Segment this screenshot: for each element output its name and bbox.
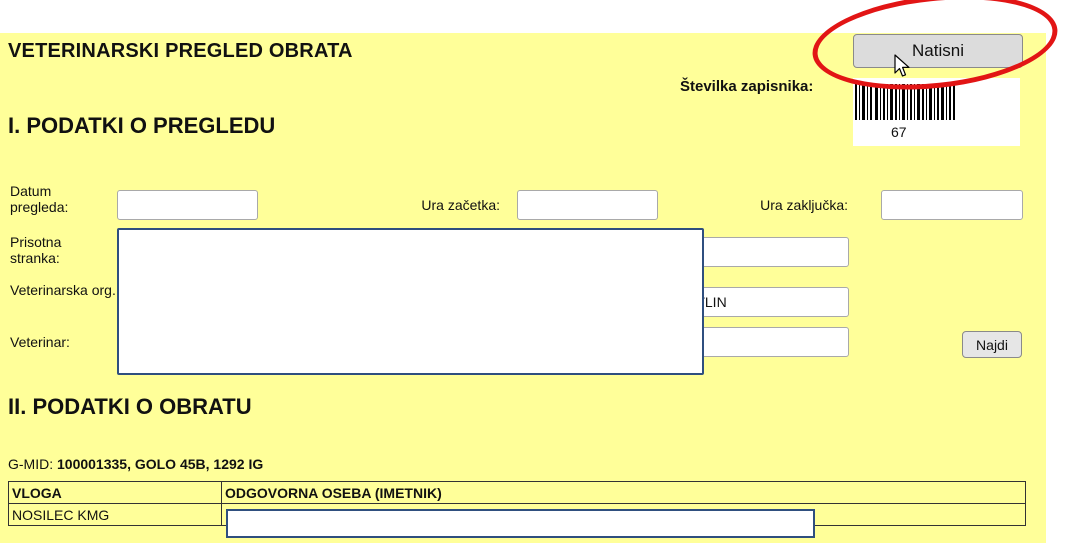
- vet-input[interactable]: [680, 327, 849, 357]
- dropdown-popup[interactable]: [117, 228, 704, 375]
- gmid-label: G-MID:: [8, 456, 54, 472]
- gmid-line: G-MID: 100001335, GOLO 45B, 1292 IG: [8, 456, 263, 472]
- print-button[interactable]: Natisni: [853, 34, 1023, 68]
- record-number-label: Številka zapisnika:: [680, 78, 814, 95]
- end-time-input[interactable]: [881, 190, 1023, 220]
- vet-label: Veterinar:: [10, 334, 70, 350]
- page-title: VETERINARSKI PREGLED OBRATA: [8, 40, 353, 62]
- column-header-role: VLOGA: [8, 481, 222, 504]
- gmid-value: 100001335, GOLO 45B, 1292 IG: [57, 456, 264, 472]
- date-input[interactable]: [117, 190, 258, 220]
- barcode-number: 67: [891, 124, 907, 140]
- column-header-person: ODGOVORNA OSEBA (IMETNIK): [221, 481, 1026, 504]
- mouse-cursor-icon: [894, 54, 910, 77]
- party-label: Prisotna stranka:: [10, 234, 62, 266]
- start-time-label: Ura začetka:: [421, 197, 500, 213]
- section-title-inspection: I. PODATKI O PREGLEDU: [8, 113, 276, 138]
- date-label: Datum pregleda:: [10, 183, 69, 215]
- find-button[interactable]: Najdi: [962, 331, 1022, 358]
- person-input[interactable]: [226, 509, 815, 538]
- vet-org-input[interactable]: [680, 287, 849, 317]
- role-cell: NOSILEC KMG: [8, 503, 222, 526]
- barcode: 67: [853, 78, 1020, 146]
- party-input[interactable]: [680, 237, 849, 267]
- end-time-label: Ura zaključka:: [760, 197, 848, 213]
- start-time-input[interactable]: [517, 190, 658, 220]
- vet-org-label: Veterinarska org.:: [10, 282, 120, 298]
- table-header-row: VLOGA ODGOVORNA OSEBA (IMETNIK): [8, 481, 1026, 504]
- barcode-icon: [853, 84, 957, 120]
- section-title-facility: II. PODATKI O OBRATU: [8, 394, 252, 419]
